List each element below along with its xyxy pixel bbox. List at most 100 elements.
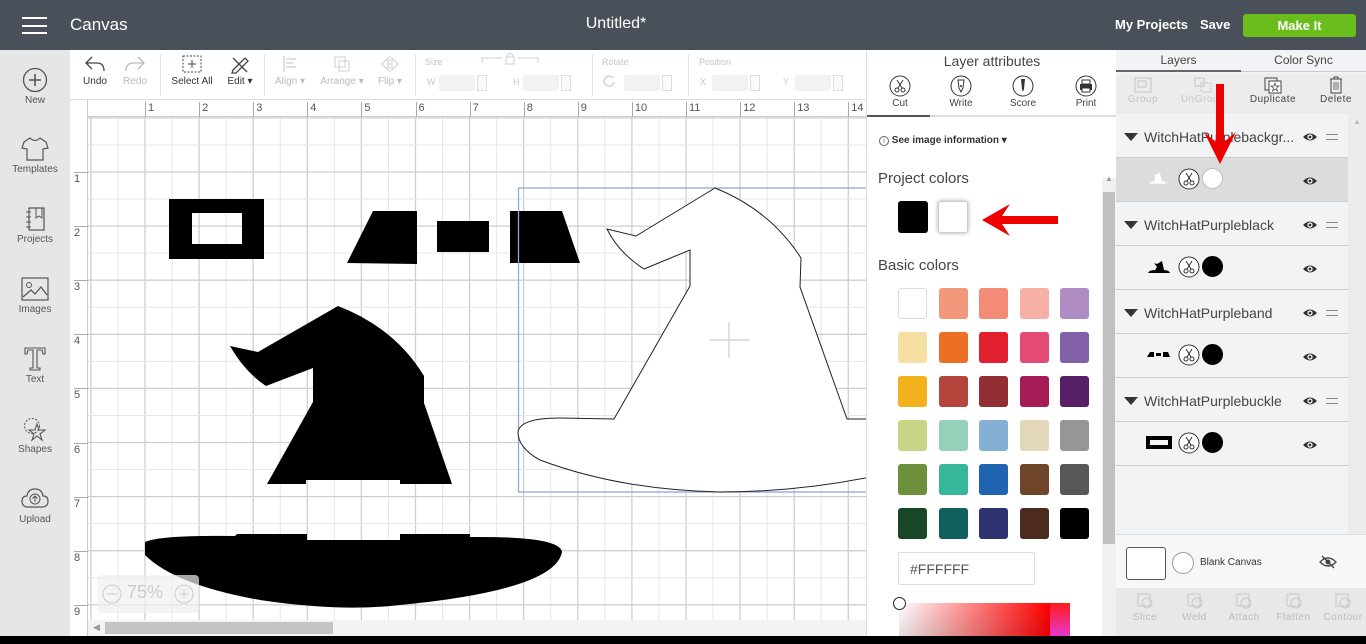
hex-color-input[interactable] xyxy=(898,552,1035,585)
hat-white-shape[interactable] xyxy=(517,187,866,493)
select-all-button[interactable]: Select All xyxy=(168,50,216,100)
attributes-scrollbar[interactable]: ▲ xyxy=(1102,174,1116,644)
basic-color-swatch[interactable] xyxy=(1019,508,1049,539)
eye-icon[interactable] xyxy=(1302,395,1318,407)
eye-hidden-icon[interactable] xyxy=(1319,555,1337,569)
horizontal-scroll-thumb[interactable] xyxy=(105,622,333,634)
band-middle-shape[interactable] xyxy=(437,221,489,252)
y-stepper[interactable] xyxy=(833,75,843,91)
collapse-triangle-icon[interactable] xyxy=(1124,309,1138,317)
basic-color-swatch[interactable] xyxy=(1019,420,1049,451)
scissors-icon[interactable] xyxy=(1178,432,1200,454)
eye-icon[interactable] xyxy=(1302,263,1318,275)
basic-color-swatch[interactable] xyxy=(938,332,968,363)
drag-handle-icon[interactable] xyxy=(1326,222,1338,228)
edit-button[interactable]: Edit ▾ xyxy=(222,50,258,100)
weld-button[interactable]: Weld xyxy=(1170,590,1220,623)
height-input[interactable] xyxy=(523,75,559,91)
drag-handle-icon[interactable] xyxy=(1326,310,1338,316)
layer-color-dot[interactable] xyxy=(1202,344,1223,365)
arrange-button[interactable]: Arrange ▾ xyxy=(316,50,368,100)
horizontal-scrollbar[interactable]: ◀ xyxy=(88,620,866,636)
x-stepper[interactable] xyxy=(750,75,760,91)
basic-color-swatch[interactable] xyxy=(1060,420,1089,451)
basic-color-swatch[interactable] xyxy=(1060,332,1089,363)
x-input[interactable] xyxy=(712,75,748,91)
drag-handle-icon[interactable] xyxy=(1326,398,1338,404)
scroll-up-icon[interactable]: ▲ xyxy=(1105,174,1113,183)
basic-color-swatch[interactable] xyxy=(979,420,1008,451)
tab-print[interactable]: Print xyxy=(1055,75,1116,109)
width-stepper[interactable] xyxy=(477,75,487,91)
basic-color-swatch[interactable] xyxy=(898,508,927,539)
nav-text[interactable]: Text xyxy=(0,346,70,385)
delete-button[interactable]: Delete xyxy=(1306,76,1366,105)
nav-projects[interactable]: Projects xyxy=(0,206,70,245)
basic-color-swatch[interactable] xyxy=(979,332,1008,363)
eye-icon[interactable] xyxy=(1302,131,1318,143)
y-input[interactable] xyxy=(795,75,831,91)
basic-color-swatch[interactable] xyxy=(1060,508,1089,539)
see-image-information[interactable]: i See image information ▾ xyxy=(879,135,1007,146)
scissors-icon[interactable] xyxy=(1178,168,1200,190)
layer-group-row[interactable]: WitchHatPurplebackgr... xyxy=(1116,114,1348,158)
layer-row[interactable] xyxy=(1116,158,1348,202)
rotate-stepper[interactable] xyxy=(662,75,672,91)
basic-color-swatch[interactable] xyxy=(898,376,927,407)
basic-color-swatch[interactable] xyxy=(898,420,927,451)
basic-color-swatch[interactable] xyxy=(898,332,927,363)
eye-icon[interactable] xyxy=(1302,439,1318,451)
basic-color-swatch[interactable] xyxy=(979,508,1008,539)
align-button[interactable]: Align ▾ xyxy=(270,50,310,100)
nav-shapes[interactable]: Shapes xyxy=(0,416,70,455)
basic-color-swatch[interactable] xyxy=(898,464,927,495)
nav-images[interactable]: Images xyxy=(0,276,70,315)
nav-new[interactable]: New xyxy=(0,67,70,106)
hat-brim-shape[interactable] xyxy=(145,534,562,608)
basic-color-swatch[interactable] xyxy=(979,464,1008,495)
layer-row[interactable] xyxy=(1116,246,1348,290)
basic-color-swatch[interactable] xyxy=(1060,288,1089,319)
duplicate-button[interactable]: Duplicate xyxy=(1243,76,1303,105)
collapse-triangle-icon[interactable] xyxy=(1124,221,1138,229)
flatten-button[interactable]: Flatten xyxy=(1269,590,1319,623)
basic-color-swatch[interactable] xyxy=(898,288,927,319)
zoom-out-icon[interactable] xyxy=(102,584,122,604)
project-color-swatch[interactable] xyxy=(938,201,968,233)
basic-color-swatch[interactable] xyxy=(938,420,968,451)
layer-group-row[interactable]: WitchHatPurplebuckle xyxy=(1116,378,1348,422)
collapse-triangle-icon[interactable] xyxy=(1124,397,1138,405)
make-it-button[interactable]: Make It xyxy=(1243,14,1356,37)
layer-color-dot[interactable] xyxy=(1202,168,1223,189)
basic-color-swatch[interactable] xyxy=(938,464,968,495)
save-button[interactable]: Save xyxy=(1200,17,1230,32)
basic-color-swatch[interactable] xyxy=(1060,376,1089,407)
width-input[interactable] xyxy=(439,75,475,91)
slice-button[interactable]: Slice xyxy=(1120,590,1170,623)
buckle-shape[interactable] xyxy=(169,199,264,259)
hat-black-shape[interactable] xyxy=(230,306,452,484)
basic-color-swatch[interactable] xyxy=(979,376,1008,407)
scissors-icon[interactable] xyxy=(1178,256,1200,278)
attach-button[interactable]: Attach xyxy=(1219,590,1269,623)
basic-color-swatch[interactable] xyxy=(938,508,968,539)
undo-button[interactable]: Undo xyxy=(78,50,112,100)
zoom-in-icon[interactable] xyxy=(174,584,194,604)
eye-icon[interactable] xyxy=(1302,175,1318,187)
basic-color-swatch[interactable] xyxy=(938,376,968,407)
rotate-input[interactable] xyxy=(624,75,660,91)
design-canvas[interactable] xyxy=(88,117,866,636)
layer-row[interactable] xyxy=(1116,334,1348,378)
basic-color-swatch[interactable] xyxy=(1019,332,1049,363)
my-projects-link[interactable]: My Projects xyxy=(1115,17,1188,32)
nav-templates[interactable]: Templates xyxy=(0,136,70,175)
lock-icon[interactable] xyxy=(480,52,540,66)
band-right-shape[interactable] xyxy=(510,211,580,263)
group-button[interactable]: Group xyxy=(1113,76,1173,105)
basic-color-swatch[interactable] xyxy=(979,288,1008,319)
attributes-scroll-thumb[interactable] xyxy=(1103,192,1115,544)
color-picker-handle[interactable] xyxy=(893,597,906,610)
basic-color-swatch[interactable] xyxy=(1019,288,1049,319)
flip-button[interactable]: Flip ▾ xyxy=(372,50,408,100)
tab-layers[interactable]: Layers xyxy=(1116,50,1241,72)
